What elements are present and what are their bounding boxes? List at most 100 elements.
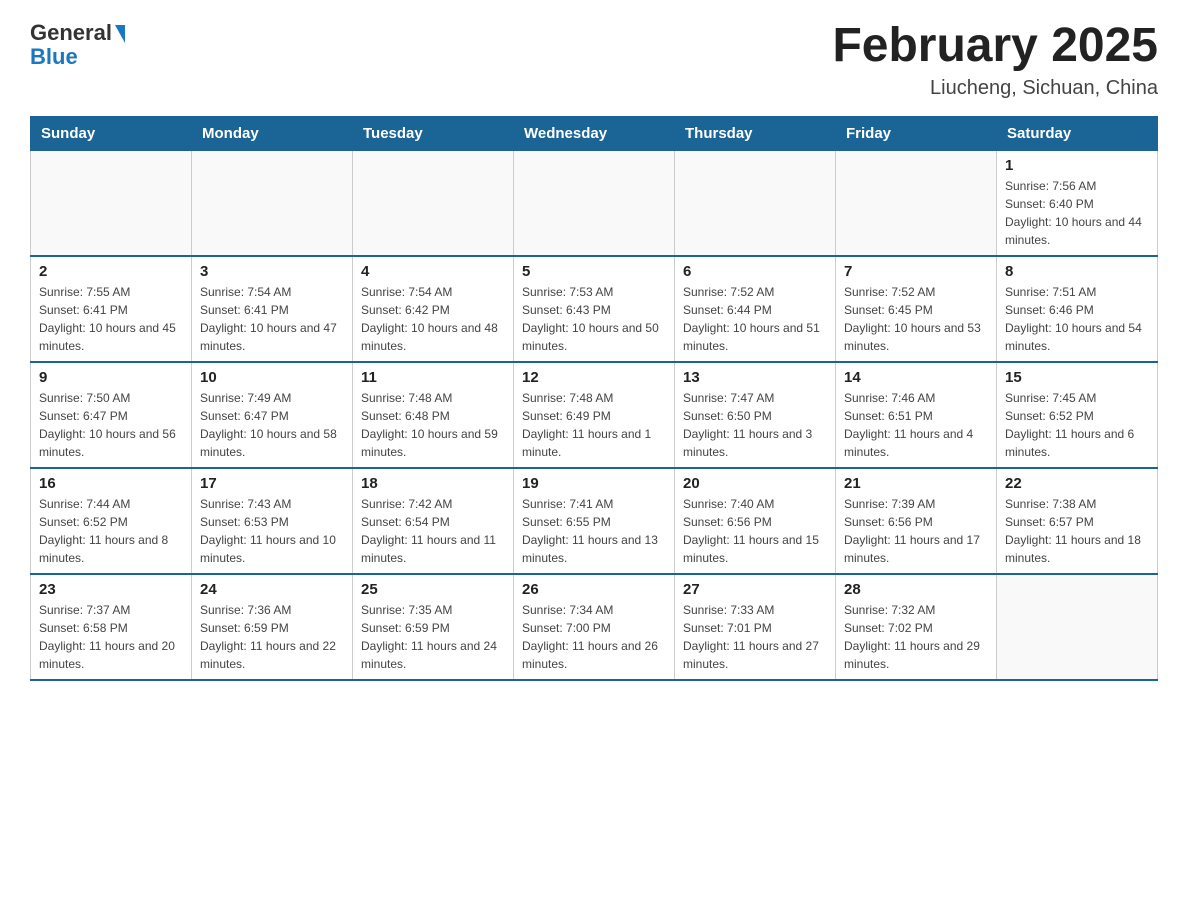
day-info: Sunrise: 7:36 AM Sunset: 6:59 PM Dayligh… xyxy=(200,601,344,673)
day-number: 10 xyxy=(200,369,344,386)
calendar-cell: 6 Sunrise: 7:52 AM Sunset: 6:44 PM Daylig… xyxy=(675,256,836,362)
calendar-week-row: 23 Sunrise: 7:37 AM Sunset: 6:58 PM Dayli… xyxy=(31,574,1158,680)
header-saturday: Saturday xyxy=(997,116,1158,150)
calendar-week-row: 16 Sunrise: 7:44 AM Sunset: 6:52 PM Dayli… xyxy=(31,468,1158,574)
day-info: Sunrise: 7:55 AM Sunset: 6:41 PM Dayligh… xyxy=(39,283,183,355)
day-number: 4 xyxy=(361,263,505,280)
day-info: Sunrise: 7:35 AM Sunset: 6:59 PM Dayligh… xyxy=(361,601,505,673)
calendar-cell: 8 Sunrise: 7:51 AM Sunset: 6:46 PM Daylig… xyxy=(997,256,1158,362)
calendar-cell: 19 Sunrise: 7:41 AM Sunset: 6:55 PM Dayli… xyxy=(514,468,675,574)
calendar-cell: 2 Sunrise: 7:55 AM Sunset: 6:41 PM Daylig… xyxy=(31,256,192,362)
day-number: 6 xyxy=(683,263,827,280)
day-info: Sunrise: 7:46 AM Sunset: 6:51 PM Dayligh… xyxy=(844,389,988,461)
calendar-cell: 7Sunrise: 7:52 AM Sunset: 6:45 PM Daylig… xyxy=(836,256,997,362)
day-info: Sunrise: 7:54 AM Sunset: 6:41 PM Dayligh… xyxy=(200,283,344,355)
calendar-cell: 24 Sunrise: 7:36 AM Sunset: 6:59 PM Dayli… xyxy=(192,574,353,680)
day-info: Sunrise: 7:34 AM Sunset: 7:00 PM Dayligh… xyxy=(522,601,666,673)
day-info: Sunrise: 7:37 AM Sunset: 6:58 PM Dayligh… xyxy=(39,601,183,673)
calendar-cell: 5 Sunrise: 7:53 AM Sunset: 6:43 PM Daylig… xyxy=(514,256,675,362)
calendar-cell xyxy=(514,150,675,256)
logo-general-text: General xyxy=(30,20,112,46)
day-info: Sunrise: 7:44 AM Sunset: 6:52 PM Dayligh… xyxy=(39,495,183,567)
calendar-cell: 20 Sunrise: 7:40 AM Sunset: 6:56 PM Dayli… xyxy=(675,468,836,574)
day-info: Sunrise: 7:41 AM Sunset: 6:55 PM Dayligh… xyxy=(522,495,666,567)
day-number: 2 xyxy=(39,263,183,280)
logo-triangle-icon xyxy=(115,25,125,43)
day-number: 23 xyxy=(39,581,183,598)
day-number: 5 xyxy=(522,263,666,280)
day-info: Sunrise: 7:43 AM Sunset: 6:53 PM Dayligh… xyxy=(200,495,344,567)
header-tuesday: Tuesday xyxy=(353,116,514,150)
logo: General Blue xyxy=(30,20,125,70)
calendar-cell: 21 Sunrise: 7:39 AM Sunset: 6:56 PM Dayli… xyxy=(836,468,997,574)
calendar-cell: 25 Sunrise: 7:35 AM Sunset: 6:59 PM Dayli… xyxy=(353,574,514,680)
day-info: Sunrise: 7:50 AM Sunset: 6:47 PM Dayligh… xyxy=(39,389,183,461)
header-thursday: Thursday xyxy=(675,116,836,150)
day-number: 1 xyxy=(1005,157,1149,174)
day-number: 12 xyxy=(522,369,666,386)
calendar-cell: 10 Sunrise: 7:49 AM Sunset: 6:47 PM Dayli… xyxy=(192,362,353,468)
day-number: 8 xyxy=(1005,263,1149,280)
day-info: Sunrise: 7:38 AM Sunset: 6:57 PM Dayligh… xyxy=(1005,495,1149,567)
day-info: Sunrise: 7:54 AM Sunset: 6:42 PM Dayligh… xyxy=(361,283,505,355)
day-number: 21 xyxy=(844,475,988,492)
calendar-cell: 4 Sunrise: 7:54 AM Sunset: 6:42 PM Daylig… xyxy=(353,256,514,362)
header-sunday: Sunday xyxy=(31,116,192,150)
calendar-cell: 11 Sunrise: 7:48 AM Sunset: 6:48 PM Dayli… xyxy=(353,362,514,468)
day-number: 22 xyxy=(1005,475,1149,492)
day-info: Sunrise: 7:53 AM Sunset: 6:43 PM Dayligh… xyxy=(522,283,666,355)
calendar-title: February 2025 xyxy=(832,20,1158,73)
day-info: Sunrise: 7:48 AM Sunset: 6:49 PM Dayligh… xyxy=(522,389,666,461)
page-header: General Blue February 2025 Liucheng, Sic… xyxy=(30,20,1158,100)
day-info: Sunrise: 7:42 AM Sunset: 6:54 PM Dayligh… xyxy=(361,495,505,567)
header-friday: Friday xyxy=(836,116,997,150)
calendar-cell: 16 Sunrise: 7:44 AM Sunset: 6:52 PM Dayli… xyxy=(31,468,192,574)
day-number: 9 xyxy=(39,369,183,386)
day-number: 19 xyxy=(522,475,666,492)
day-number: 18 xyxy=(361,475,505,492)
day-number: 15 xyxy=(1005,369,1149,386)
day-info: Sunrise: 7:52 AM Sunset: 6:45 PM Dayligh… xyxy=(844,283,988,355)
day-number: 25 xyxy=(361,581,505,598)
day-info: Sunrise: 7:48 AM Sunset: 6:48 PM Dayligh… xyxy=(361,389,505,461)
calendar-cell: 28Sunrise: 7:32 AM Sunset: 7:02 PM Dayli… xyxy=(836,574,997,680)
day-number: 3 xyxy=(200,263,344,280)
calendar-cell: 3 Sunrise: 7:54 AM Sunset: 6:41 PM Daylig… xyxy=(192,256,353,362)
day-info: Sunrise: 7:47 AM Sunset: 6:50 PM Dayligh… xyxy=(683,389,827,461)
day-number: 17 xyxy=(200,475,344,492)
calendar-cell: 15 Sunrise: 7:45 AM Sunset: 6:52 PM Dayli… xyxy=(997,362,1158,468)
day-info: Sunrise: 7:39 AM Sunset: 6:56 PM Dayligh… xyxy=(844,495,988,567)
day-info: Sunrise: 7:52 AM Sunset: 6:44 PM Dayligh… xyxy=(683,283,827,355)
calendar-cell: 23 Sunrise: 7:37 AM Sunset: 6:58 PM Dayli… xyxy=(31,574,192,680)
day-number: 28 xyxy=(844,581,988,598)
calendar-cell xyxy=(353,150,514,256)
calendar-cell xyxy=(31,150,192,256)
logo-blue-text: Blue xyxy=(30,44,78,70)
calendar-cell xyxy=(997,574,1158,680)
day-info: Sunrise: 7:33 AM Sunset: 7:01 PM Dayligh… xyxy=(683,601,827,673)
day-info: Sunrise: 7:49 AM Sunset: 6:47 PM Dayligh… xyxy=(200,389,344,461)
day-number: 11 xyxy=(361,369,505,386)
calendar-cell: 18 Sunrise: 7:42 AM Sunset: 6:54 PM Dayli… xyxy=(353,468,514,574)
calendar-cell: 26 Sunrise: 7:34 AM Sunset: 7:00 PM Dayli… xyxy=(514,574,675,680)
day-info: Sunrise: 7:51 AM Sunset: 6:46 PM Dayligh… xyxy=(1005,283,1149,355)
calendar-week-row: 1 Sunrise: 7:56 AM Sunset: 6:40 PM Daylig… xyxy=(31,150,1158,256)
day-info: Sunrise: 7:56 AM Sunset: 6:40 PM Dayligh… xyxy=(1005,177,1149,249)
calendar-cell: 13 Sunrise: 7:47 AM Sunset: 6:50 PM Dayli… xyxy=(675,362,836,468)
calendar-cell xyxy=(836,150,997,256)
day-number: 16 xyxy=(39,475,183,492)
day-number: 14 xyxy=(844,369,988,386)
calendar-cell: 1 Sunrise: 7:56 AM Sunset: 6:40 PM Daylig… xyxy=(997,150,1158,256)
day-number: 24 xyxy=(200,581,344,598)
calendar-cell: 14 Sunrise: 7:46 AM Sunset: 6:51 PM Dayli… xyxy=(836,362,997,468)
calendar-cell: 9 Sunrise: 7:50 AM Sunset: 6:47 PM Daylig… xyxy=(31,362,192,468)
calendar-cell xyxy=(192,150,353,256)
day-number: 13 xyxy=(683,369,827,386)
header-monday: Monday xyxy=(192,116,353,150)
day-info: Sunrise: 7:45 AM Sunset: 6:52 PM Dayligh… xyxy=(1005,389,1149,461)
calendar-cell: 22 Sunrise: 7:38 AM Sunset: 6:57 PM Dayli… xyxy=(997,468,1158,574)
day-number: 26 xyxy=(522,581,666,598)
day-number: 20 xyxy=(683,475,827,492)
day-info: Sunrise: 7:40 AM Sunset: 6:56 PM Dayligh… xyxy=(683,495,827,567)
calendar-week-row: 2 Sunrise: 7:55 AM Sunset: 6:41 PM Daylig… xyxy=(31,256,1158,362)
